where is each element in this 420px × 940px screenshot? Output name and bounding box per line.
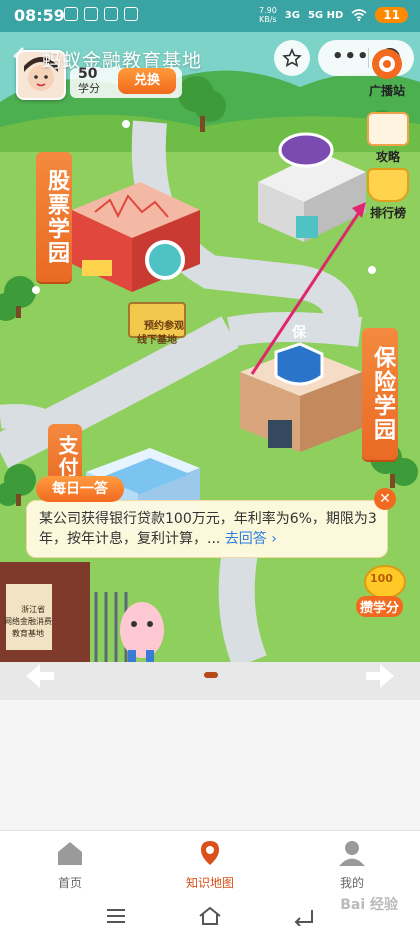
points-box: 50 学分 兑换	[70, 66, 182, 98]
close-card-button[interactable]: ✕	[374, 488, 396, 510]
battery-badge: 11	[375, 7, 408, 23]
tab-home-label: 首页	[57, 876, 82, 890]
ranking-label: 排行榜	[369, 206, 406, 220]
tab-home[interactable]: 首页	[30, 839, 110, 891]
home-icon	[58, 842, 82, 865]
insurance-badge-text: 保	[292, 325, 306, 341]
watermark: Bai 经验	[340, 897, 398, 913]
status-time: 08:59	[14, 6, 65, 25]
signal-3g: 3G	[284, 9, 300, 21]
app-notification-icon	[84, 7, 98, 21]
insurance-campus-sign[interactable]: 保险学园	[362, 328, 398, 460]
earn-points-button[interactable]: 100 攒学分	[352, 560, 416, 624]
exchange-button[interactable]: 兑换	[118, 68, 176, 94]
page-indicator	[204, 672, 218, 678]
home-nav-icon[interactable]	[198, 906, 222, 926]
daily-question-card[interactable]: 某公司获得银行贷款100万元，年利率为6%，期限为3年，按年计息，复利计算，..…	[26, 500, 388, 558]
points-label: 学分	[78, 82, 100, 95]
earn-badge: 100	[370, 572, 393, 585]
guide-icon	[367, 112, 409, 146]
stock-campus-label: 股票学园	[44, 169, 69, 265]
broadcast-label: 广播站	[368, 84, 405, 98]
broadcast-icon	[372, 49, 402, 79]
prev-arrow-icon[interactable]	[18, 660, 58, 692]
insurance-badge: 保	[284, 322, 314, 342]
gate-plaque-text: 浙江省 网络金融消费 教育基地	[4, 605, 52, 638]
wifi-icon	[351, 9, 367, 21]
pay-campus-label: 支付	[55, 435, 79, 479]
question-text: 某公司获得银行贷款100万元，年利率为6%，期限为3年，按年计息，复利计算，..…	[39, 511, 377, 547]
net-speed: 7.90 KB/s	[258, 6, 277, 24]
next-arrow-icon[interactable]	[362, 660, 402, 692]
broadcast-button[interactable]: 广播站	[358, 48, 416, 100]
status-bar: 08:59 7.90 KB/s 3G 5G HD 11	[0, 0, 420, 32]
status-right: 7.90 KB/s 3G 5G HD 11	[259, 6, 408, 24]
bottom-tab-bar: 首页 知识地图 我的	[0, 830, 420, 895]
guide-button[interactable]: 攻略	[360, 112, 416, 165]
app-notification-icon	[124, 7, 138, 21]
daily-question-text: 某公司获得银行贷款100万元，年利率为6%，期限为3年，按年计息，复利计算，..…	[39, 509, 379, 549]
app-notification-icon	[64, 7, 78, 21]
map-pin-icon	[201, 841, 219, 865]
favorite-button[interactable]	[274, 40, 310, 76]
insurance-campus-label: 保险学园	[370, 346, 395, 442]
user-icon	[339, 841, 365, 866]
tab-mine-label: 我的	[339, 876, 364, 890]
tab-knowledge-map[interactable]: 知识地图	[170, 839, 250, 891]
answer-link[interactable]: 去回答 ›	[225, 531, 277, 547]
trophy-icon	[367, 168, 409, 202]
visit-signpost[interactable]: 预约参观 线下基地	[128, 302, 186, 346]
tab-mine[interactable]: 我的	[312, 839, 392, 891]
gate-plaque: 浙江省 网络金融消费 教育基地	[4, 586, 52, 642]
app-notification-icon	[104, 7, 118, 21]
ranking-button[interactable]: 排行榜	[360, 168, 416, 221]
notification-icons	[64, 7, 138, 21]
star-icon	[282, 48, 302, 67]
guide-label: 攻略	[375, 150, 400, 164]
signal-5g: 5G HD	[307, 9, 344, 21]
daily-question-tag: 每日一答	[36, 476, 124, 502]
tab-knowledge-map-label: 知识地图	[185, 876, 234, 890]
menu-icon[interactable]	[106, 908, 126, 924]
visit-signpost-text: 预约参观 线下基地	[137, 321, 184, 346]
back-nav-icon[interactable]	[292, 906, 314, 926]
stock-campus-sign[interactable]: 股票学园	[36, 152, 72, 282]
earn-label: 攒学分	[356, 596, 404, 617]
